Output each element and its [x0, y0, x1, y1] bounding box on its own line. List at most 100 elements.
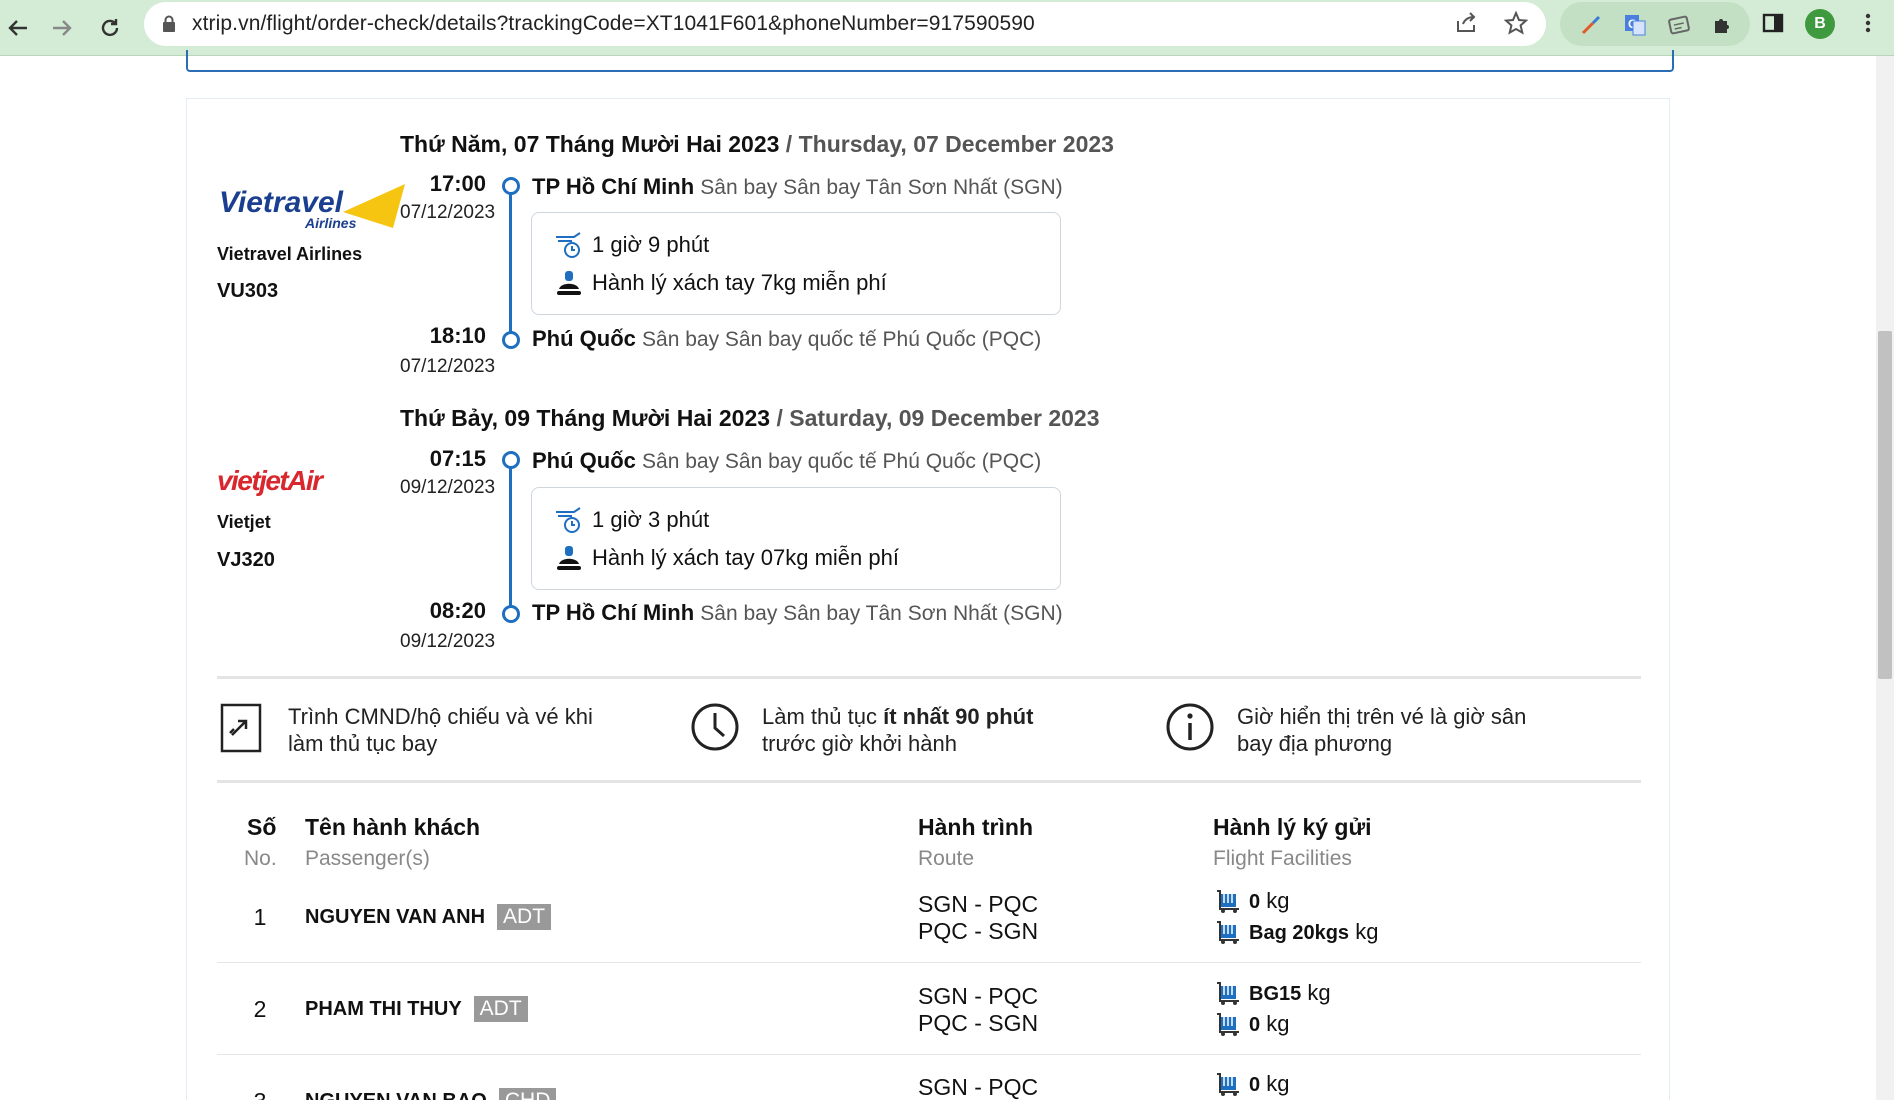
passenger-name-text: PHAM THI THUY — [305, 997, 462, 1020]
departure-date: 07/12/2023 — [400, 202, 496, 223]
baggage-unit: kg — [1266, 1011, 1290, 1036]
svg-text:Airlines: Airlines — [304, 215, 357, 231]
departure-airport: Sân bay Sân bay quốc tế Phú Quốc (PQC) — [642, 450, 1042, 473]
note-passport-line1: Trình CMND/hộ chiếu và vé khi — [288, 704, 593, 729]
passenger-name: PHAM THI THUY ADT — [305, 996, 528, 1022]
section-divider — [217, 780, 1641, 783]
baggage-line: Hành lý xách tay 7kg miễn phí — [554, 269, 887, 297]
arrival-date: 09/12/2023 — [400, 631, 496, 652]
scrollbar-thumb[interactable] — [1878, 331, 1892, 679]
arrival-place: TP Hồ Chí Minh Sân bay Sân bay Tân Sơn N… — [532, 600, 1063, 626]
route-line — [509, 194, 512, 335]
flight-duration-icon — [556, 232, 581, 258]
lock-icon — [163, 15, 175, 32]
passenger-name: NGUYEN VAN ANH ADT — [305, 904, 552, 930]
departure-time: 07:15 — [429, 446, 486, 471]
passenger-name-text: NGUYEN VAN BAO — [305, 1090, 487, 1100]
baggage-line: Hành lý xách tay 07kg miễn phí — [554, 544, 899, 572]
reload-icon[interactable] — [92, 10, 128, 46]
route-line — [509, 468, 512, 613]
arrival-place: Phú Quốc Sân bay Sân bay quốc tế Phú Quố… — [532, 326, 1041, 352]
clock-icon — [690, 702, 740, 757]
note-checkin-highlight: ít nhất 90 phút — [883, 704, 1034, 729]
baggage-value: Bag 20kgs — [1249, 922, 1350, 944]
luggage-cart-icon — [1217, 921, 1239, 944]
airline-name: Vietravel Airlines — [217, 244, 363, 264]
address-bar[interactable]: xtrip.vn/flight/order-check/details?trac… — [144, 2, 1546, 46]
route-return: PQC - SGN — [918, 1010, 1039, 1036]
col-name-subheader: Passenger(s) — [305, 847, 430, 870]
arrival-time: 18:10 — [429, 323, 486, 348]
page-scrollbar[interactable] — [1876, 56, 1894, 1100]
note-checkin-line2: trước giờ khởi hành — [762, 731, 957, 756]
route-return: PQC - SGN — [918, 918, 1039, 944]
departure-place: TP Hồ Chí Minh Sân bay Sân bay Tân Sơn N… — [532, 174, 1063, 200]
color-picker-extension-icon[interactable] — [1578, 12, 1604, 38]
flight-date-heading: Thứ Bảy, 09 Tháng Mười Hai 2023 / Saturd… — [400, 405, 1100, 432]
checked-baggage: 0 kg — [1215, 1011, 1290, 1037]
url-text: xtrip.vn/flight/order-check/details?trac… — [192, 12, 1035, 35]
flight-info-box: 1 giờ 3 phút Hành lý xách tay 07kg miễn … — [531, 487, 1061, 590]
arrival-city: Phú Quốc — [532, 326, 636, 351]
note-checkin-prefix: Làm thủ tục — [762, 704, 884, 729]
passenger-route: SGN - PQC — [918, 1074, 1038, 1100]
forward-arrow-icon[interactable] — [44, 10, 80, 46]
departure-airport: Sân bay Sân bay Tân Sơn Nhất (SGN) — [700, 176, 1063, 199]
date-en: / Saturday, 09 December 2023 — [770, 405, 1100, 431]
note-local-time-line2: bay địa phương — [1237, 731, 1393, 756]
note-local-time: Giờ hiển thị trên vé là giờ sân bay địa … — [1237, 703, 1526, 757]
passenger-name-text: NGUYEN VAN ANH — [305, 905, 486, 928]
arrival-city: TP Hồ Chí Minh — [532, 600, 695, 625]
arrival-dot — [502, 605, 520, 623]
checked-baggage: 0 kg — [1215, 1071, 1290, 1097]
flight-number: VU303 — [217, 280, 279, 302]
note-checkin: Làm thủ tục ít nhất 90 phút trước giờ kh… — [762, 703, 1033, 757]
bookmark-star-icon[interactable] — [1504, 11, 1528, 35]
notes-extension-icon[interactable] — [1666, 12, 1692, 38]
col-route-header: Hành trình — [918, 814, 1033, 840]
baggage-unit: kg — [1307, 980, 1331, 1005]
more-menu-icon[interactable] — [1855, 10, 1881, 36]
carry-on-bag-icon — [557, 546, 581, 570]
vietjet-logo: vietjetAir — [217, 462, 337, 498]
departure-dot — [502, 177, 520, 195]
arrival-airport: Sân bay Sân bay Tân Sơn Nhất (SGN) — [700, 602, 1063, 625]
baggage-value: BG15 — [1249, 983, 1302, 1005]
departure-city: TP Hồ Chí Minh — [532, 174, 695, 199]
luggage-cart-icon — [1217, 982, 1239, 1005]
checked-baggage: 0 kg — [1215, 888, 1290, 914]
back-arrow-icon[interactable] — [0, 10, 36, 46]
luggage-cart-icon — [1217, 1013, 1239, 1036]
passenger-name: NGUYEN VAN BAO CHD — [305, 1088, 557, 1100]
passenger-number: 3 — [240, 1088, 280, 1100]
checked-baggage: Bag 20kgs kg — [1215, 919, 1378, 945]
departure-time: 17:00 — [429, 171, 486, 196]
note-checkin-line1: Làm thủ tục ít nhất 90 phút — [762, 703, 1033, 730]
arrival-airport: Sân bay Sân bay quốc tế Phú Quốc (PQC) — [642, 328, 1042, 351]
row-separator — [217, 962, 1641, 963]
flight-number: VJ320 — [217, 549, 275, 571]
passenger-route: SGN - PQC PQC - SGN — [918, 983, 1038, 1037]
flight-date-heading: Thứ Năm, 07 Tháng Mười Hai 2023 / Thursd… — [400, 131, 1114, 158]
arrival-dot — [502, 331, 520, 349]
checked-baggage: BG15 kg — [1215, 980, 1331, 1006]
flight-info-box: 1 giờ 9 phút Hành lý xách tay 7kg miễn p… — [531, 212, 1061, 315]
share-icon[interactable] — [1454, 11, 1478, 35]
baggage-value: 0 — [1249, 1014, 1261, 1036]
col-name-header: Tên hành khách — [305, 814, 481, 840]
luggage-cart-icon — [1217, 890, 1239, 913]
passenger-number: 1 — [253, 904, 267, 930]
carry-on-baggage: Hành lý xách tay 07kg miễn phí — [592, 545, 899, 570]
airline-name: Vietjet — [217, 512, 271, 532]
side-panel-icon[interactable] — [1760, 10, 1786, 36]
duration-line: 1 giờ 3 phút — [554, 506, 709, 534]
carry-on-bag-icon — [557, 271, 581, 295]
translate-extension-icon[interactable]: G — [1622, 12, 1648, 38]
baggage-unit: kg — [1266, 1071, 1290, 1096]
browser-toolbar: xtrip.vn/flight/order-check/details?trac… — [0, 0, 1894, 56]
passenger-type-badge: CHD — [498, 1088, 557, 1100]
puzzle-extensions-icon[interactable] — [1710, 12, 1736, 38]
baggage-value: 0 — [1249, 1074, 1261, 1096]
profile-avatar[interactable]: B — [1805, 9, 1835, 39]
baggage-unit: kg — [1355, 919, 1379, 944]
